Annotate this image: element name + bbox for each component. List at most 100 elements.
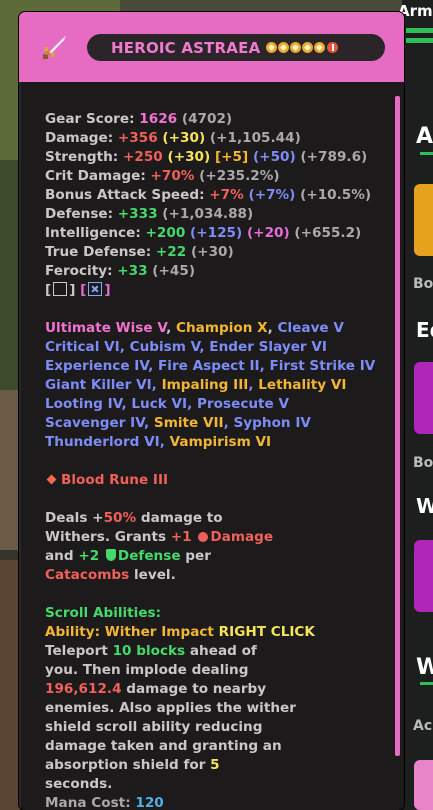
stat-ferocity: Ferocity: +33 (+45) bbox=[45, 262, 385, 281]
side-row-label-1: Bo bbox=[413, 276, 433, 292]
stat-extra: (4702) bbox=[177, 111, 233, 127]
stat-extra: (+655.2) bbox=[289, 225, 362, 241]
stat-value: 1626 bbox=[139, 111, 178, 127]
enchantment-text: Ultimate Wise V bbox=[45, 320, 167, 336]
stat-value: +70% bbox=[150, 168, 195, 184]
enchantment-text: Experience IV, Fire Aspect II, First Str… bbox=[45, 358, 376, 374]
stat-defense: Defense: +333 (+1,034.88) bbox=[45, 205, 385, 224]
stat-value: +333 bbox=[117, 206, 158, 222]
side-row-label-2: Bo bbox=[413, 455, 433, 471]
side-heading-underline-1 bbox=[420, 152, 433, 155]
stat-bonus: (+125) bbox=[185, 225, 243, 241]
enchantment-text: , bbox=[144, 415, 154, 431]
enchantment-text: Smite VII bbox=[153, 415, 224, 431]
enchantment-text: Syphon IV bbox=[233, 415, 311, 431]
stat-value: +33 bbox=[117, 263, 148, 279]
enchantment-text: Giant Killer VI bbox=[45, 377, 152, 393]
ability-action: RIGHT CLICK bbox=[218, 624, 315, 640]
gemstone-slot-icon bbox=[53, 282, 68, 296]
stat-value: +200 bbox=[145, 225, 186, 241]
rune-name: Blood Rune III bbox=[61, 472, 169, 488]
stat-bonus: (+50) bbox=[248, 149, 296, 165]
desc-text: level. bbox=[129, 567, 176, 583]
stat-extra: (+30) bbox=[186, 244, 234, 260]
enchantment-line: Looting IV, Luck VI, Prosecute V bbox=[45, 395, 385, 414]
ability-line: you. Then implode dealing bbox=[45, 662, 249, 678]
damage-icon bbox=[198, 532, 209, 542]
enchantment-text: Champion X bbox=[176, 320, 268, 336]
star-icon bbox=[290, 42, 302, 53]
star-rating bbox=[266, 42, 339, 53]
stat-label: Damage: bbox=[45, 130, 118, 146]
desc-text: and bbox=[45, 548, 79, 564]
stat-value: +250 bbox=[122, 149, 163, 165]
ability-title: Ability: Wither Impact RIGHT CLICK bbox=[45, 623, 385, 642]
ability-line: damage taken and granting an bbox=[45, 738, 282, 754]
enchantment-line: Thunderlord VI, Vampirism VI bbox=[45, 433, 385, 452]
enchantment-line: Giant Killer VI, Impaling III, Lethality… bbox=[45, 376, 385, 395]
star-icon bbox=[266, 42, 278, 53]
side-item-card-1[interactable] bbox=[414, 184, 433, 256]
enchantment-line: Ultimate Wise V, Champion X, Cleave V bbox=[45, 319, 385, 338]
scroll-abilities-header: Scroll Abilities: bbox=[45, 605, 162, 621]
side-heading-4: W bbox=[416, 655, 433, 680]
side-heading-3: W bbox=[416, 494, 433, 518]
defense-icon bbox=[105, 549, 116, 561]
stat-label: Bonus Attack Speed: bbox=[45, 187, 210, 203]
description-line: Deals +50% damage to bbox=[45, 509, 385, 528]
enchantment-text: Critical VI, Cubism V, Ender Slayer VI bbox=[45, 339, 327, 355]
stat-label: Strength: bbox=[45, 149, 123, 165]
stat-extra: (+10.5%) bbox=[295, 187, 372, 203]
desc-text: damage to bbox=[136, 510, 223, 526]
side-heading-2: Eq bbox=[416, 318, 433, 342]
tooltip-scrollbar[interactable] bbox=[395, 96, 400, 756]
stat-bonus: (+7%) bbox=[243, 187, 296, 203]
stat-label: True Defense: bbox=[45, 244, 156, 260]
tooltip-body: Gear Score: 1626 (4702) Damage: +356 (+3… bbox=[45, 110, 385, 810]
item-name: HEROIC ASTRAEA bbox=[111, 38, 261, 57]
mana-cost-value: 120 bbox=[135, 795, 164, 810]
armor-bar-2 bbox=[406, 38, 433, 43]
stat-bonus: (+20) bbox=[242, 225, 290, 241]
enchantment-text: , bbox=[151, 377, 162, 393]
ability-text: Teleport bbox=[45, 643, 113, 659]
item-name-pill: HEROIC ASTRAEA bbox=[87, 34, 385, 61]
enchantment-text: Cleave V bbox=[277, 320, 344, 336]
stat-extra: (+1,034.88) bbox=[157, 206, 254, 222]
side-item-card-3[interactable] bbox=[414, 540, 433, 612]
armor-bar-1 bbox=[406, 28, 433, 33]
stat-strength: Strength: +250 (+30) [+5] (+50) (+789.6) bbox=[45, 148, 385, 167]
side-heading-underline-4 bbox=[420, 682, 433, 685]
desc-value: Damage bbox=[210, 529, 274, 545]
stat-value: +356 bbox=[117, 130, 158, 146]
mana-cost-label: Mana Cost: bbox=[45, 795, 136, 810]
ability-value: 5 bbox=[210, 757, 220, 773]
stat-extra: (+1,105.44) bbox=[205, 130, 301, 146]
description-line: and +2 Defense per bbox=[45, 547, 385, 566]
side-heading-1: A bbox=[416, 124, 433, 149]
side-item-card-4[interactable] bbox=[414, 760, 433, 810]
enchantment-line: Scavenger IV, Smite VII, Syphon IV bbox=[45, 414, 385, 433]
enchantment-list: Ultimate Wise V, Champion X, Cleave V Cri… bbox=[45, 319, 385, 452]
enchantment-text: , bbox=[159, 434, 170, 450]
enchantment-text: Vampirism VI bbox=[169, 434, 272, 450]
star-icon bbox=[314, 42, 326, 53]
enchantment-text: , bbox=[166, 320, 177, 336]
description-line: Catacombs level. bbox=[45, 566, 385, 585]
stat-extra: (+789.6) bbox=[295, 149, 368, 165]
gemstone-slots: [] [] bbox=[45, 282, 111, 298]
ability-text: damage to nearby bbox=[121, 681, 267, 697]
enchantment-text: Scavenger IV bbox=[45, 415, 144, 431]
rune-line: Blood Rune III bbox=[45, 471, 385, 490]
desc-value: +2 bbox=[78, 548, 104, 564]
enchantment-text: Looting IV, Luck VI, Prosecute V bbox=[45, 396, 290, 412]
stat-attack-speed: Bonus Attack Speed: +7% (+7%) (+10.5%) bbox=[45, 186, 385, 205]
ability-line: Teleport 10 blocks ahead of bbox=[45, 642, 385, 661]
stat-label: Crit Damage: bbox=[45, 168, 151, 184]
stat-gear-score: Gear Score: 1626 (4702) bbox=[45, 110, 385, 129]
desc-value: Defense bbox=[117, 548, 181, 564]
side-item-card-2[interactable] bbox=[414, 362, 433, 434]
tooltip-left-edge bbox=[19, 82, 21, 810]
stat-damage: Damage: +356 (+30) (+1,105.44) bbox=[45, 129, 385, 148]
stat-bonus: (+30) bbox=[157, 130, 206, 146]
